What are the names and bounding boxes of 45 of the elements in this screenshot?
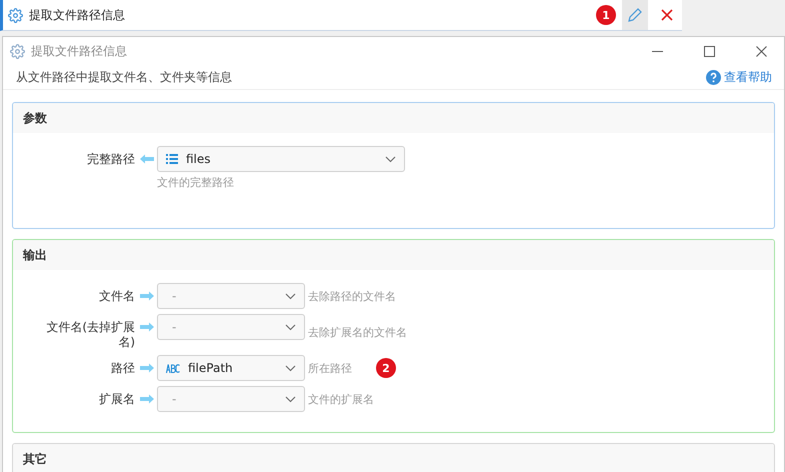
gear-icon — [8, 8, 23, 22]
window-title: 提取文件路径信息 — [31, 42, 128, 60]
arrow-right-icon — [140, 291, 154, 301]
help-icon — [706, 70, 721, 84]
help-link[interactable]: 查看帮助 — [706, 68, 772, 86]
field-label: 路径 — [110, 360, 135, 376]
variable-select[interactable]: files — [157, 146, 405, 172]
arrow-left-icon — [140, 154, 154, 164]
gear-icon — [10, 44, 25, 58]
text-type-icon — [166, 364, 180, 372]
variable-select[interactable]: - — [157, 386, 305, 412]
variable-select[interactable]: - — [157, 283, 305, 309]
minimize-icon — [652, 50, 662, 52]
variable-select[interactable]: - — [157, 314, 305, 340]
chevron-down-icon — [385, 156, 396, 162]
field-label: 文件名 — [98, 288, 135, 304]
field-hint: 去除扩展名的文件名 — [307, 324, 407, 340]
field-hint: 所在路径 — [307, 360, 352, 376]
edit-button[interactable] — [622, 0, 648, 30]
variable-select[interactable]: filePath — [157, 355, 305, 381]
number-badge: 1 — [596, 5, 616, 25]
field-hint: 文件的扩展名 — [307, 392, 374, 406]
section-title: 输出 — [23, 246, 47, 264]
chevron-down-icon — [285, 396, 296, 402]
number-badge: 2 — [376, 358, 396, 378]
field-label: 扩展名 — [98, 391, 135, 407]
chevron-down-icon — [285, 364, 296, 372]
maximize-icon — [704, 46, 714, 56]
chevron-down-icon — [285, 292, 296, 300]
arrow-right-icon — [140, 394, 154, 404]
description-text: 从文件路径中提取文件名、文件夹等信息 — [16, 68, 233, 86]
list-icon — [166, 154, 178, 164]
section-title: 其它 — [23, 450, 47, 468]
arrow-right-icon — [140, 322, 154, 332]
pencil-icon — [627, 7, 643, 23]
field-hint: 去除路径的文件名 — [307, 288, 396, 304]
field-hint: 文件的完整路径 — [157, 175, 235, 190]
chevron-down-icon — [285, 324, 296, 330]
close-icon — [756, 46, 766, 56]
section-title: 参数 — [23, 110, 47, 126]
field-label: 完整路径 — [86, 151, 135, 167]
step-title: 提取文件路径信息 — [29, 6, 126, 24]
close-icon — [661, 9, 673, 21]
arrow-right-icon — [140, 363, 154, 373]
field-label: 文件名(去掉扩展名) — [45, 319, 135, 350]
